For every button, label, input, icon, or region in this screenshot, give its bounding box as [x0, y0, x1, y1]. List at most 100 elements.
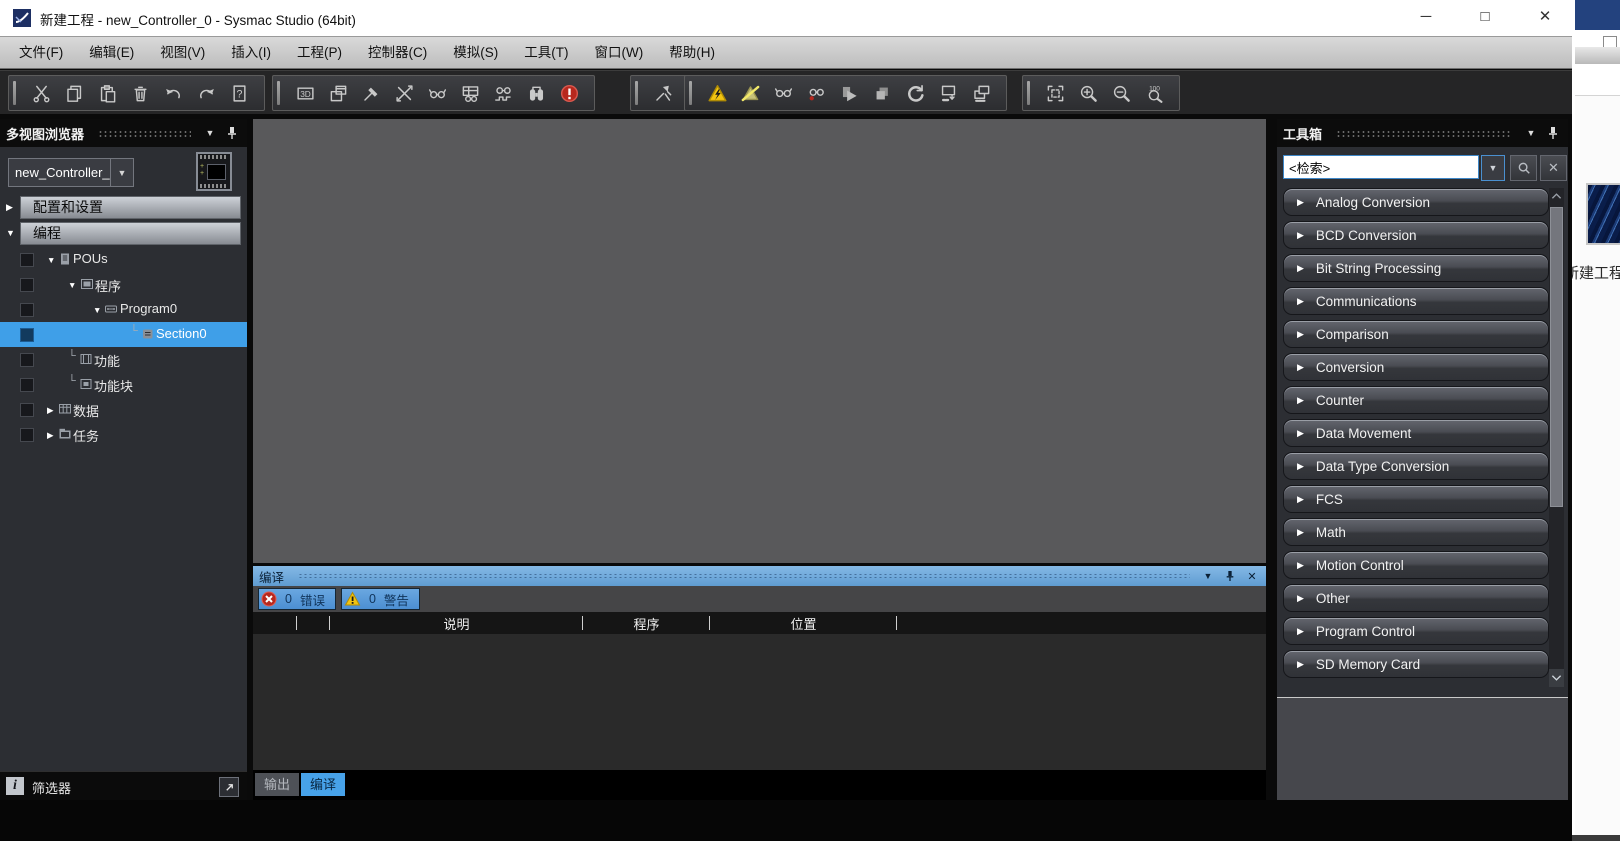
- tree-checkbox[interactable]: [20, 378, 34, 392]
- group-grip[interactable]: [277, 81, 280, 105]
- tree-checkbox[interactable]: [20, 428, 34, 442]
- run-icon[interactable]: [840, 83, 860, 103]
- toolbox-category-comparison[interactable]: ▶Comparison: [1283, 320, 1549, 348]
- toolbox-category-program-control[interactable]: ▶Program Control: [1283, 617, 1549, 645]
- controller-selector[interactable]: new_Controller_0 ▼: [8, 158, 134, 187]
- menu-item-6[interactable]: 控制器(C): [355, 38, 440, 68]
- column-program[interactable]: 程序: [583, 612, 710, 634]
- check-program-icon[interactable]: [428, 83, 448, 103]
- chevron-down-icon[interactable]: ▼: [93, 305, 101, 315]
- group-grip[interactable]: [635, 81, 638, 105]
- panel-menu-icon[interactable]: ▼: [1200, 569, 1216, 583]
- toolbox-category-analog-conversion[interactable]: ▶Analog Conversion: [1283, 188, 1549, 216]
- build-panel-titlebar[interactable]: 编译 ▼ ✕: [253, 566, 1266, 586]
- editor-canvas[interactable]: [253, 119, 1266, 563]
- transfer-to-controller-icon[interactable]: [939, 83, 959, 103]
- filter-popout-icon[interactable]: [219, 777, 239, 797]
- toolbox-category-conversion[interactable]: ▶Conversion: [1283, 353, 1549, 381]
- build-icon[interactable]: [362, 83, 382, 103]
- pin-icon[interactable]: [223, 125, 241, 141]
- error-count-button[interactable]: 0 错误: [258, 588, 336, 610]
- toolbox-category-fcs[interactable]: ▶FCS: [1283, 485, 1549, 513]
- warning-on-icon[interactable]: [708, 83, 728, 103]
- maximize-button[interactable]: □: [1462, 0, 1508, 32]
- undo-icon[interactable]: [164, 83, 184, 103]
- paste-icon[interactable]: [98, 83, 118, 103]
- warning-count-button[interactable]: 0 警告: [341, 588, 420, 610]
- zoom-in-icon[interactable]: [1079, 83, 1099, 103]
- transfer-from-controller-icon[interactable]: [972, 83, 992, 103]
- copy-sim-icon[interactable]: [873, 83, 893, 103]
- panel-menu-icon[interactable]: ▼: [201, 125, 219, 141]
- io-map-icon[interactable]: [494, 83, 514, 103]
- chevron-down-icon[interactable]: ▼: [6, 228, 15, 238]
- chevron-right-icon[interactable]: ▶: [47, 430, 54, 441]
- fit-zoom-icon[interactable]: [1046, 83, 1066, 103]
- search-dropdown-icon[interactable]: ▼: [1481, 155, 1505, 181]
- tree-item-任务[interactable]: ▶任务: [0, 422, 247, 447]
- scrollbar-thumb[interactable]: [1550, 207, 1563, 507]
- section-label[interactable]: 配置和设置: [20, 196, 241, 219]
- window-layout-icon[interactable]: [329, 83, 349, 103]
- toolbox-category-sd-memory-card[interactable]: ▶SD Memory Card: [1283, 650, 1549, 678]
- delete-icon[interactable]: [131, 83, 151, 103]
- panel-menu-icon[interactable]: ▼: [1522, 125, 1540, 141]
- synchronize-icon[interactable]: [906, 83, 926, 103]
- close-icon[interactable]: ✕: [1244, 569, 1260, 583]
- tree-item-程序[interactable]: ▼程序: [0, 272, 247, 297]
- menu-item-5[interactable]: 工程(P): [284, 38, 355, 68]
- menu-item-3[interactable]: 视图(V): [147, 38, 218, 68]
- rebuild-icon[interactable]: [395, 83, 415, 103]
- clear-search-icon[interactable]: ✕: [1540, 155, 1567, 181]
- chevron-down-icon[interactable]: ▼: [110, 159, 133, 186]
- minimize-button[interactable]: ─: [1403, 0, 1449, 32]
- pin-icon[interactable]: [1544, 125, 1562, 141]
- column-location[interactable]: 位置: [710, 612, 897, 634]
- scroll-down-icon[interactable]: [1549, 669, 1564, 687]
- cut-icon[interactable]: [32, 83, 52, 103]
- scroll-up-icon[interactable]: [1549, 188, 1564, 203]
- toolbox-search-input[interactable]: [1283, 155, 1479, 179]
- chevron-right-icon[interactable]: ▶: [47, 405, 54, 416]
- tree-item-功能块[interactable]: └功能块: [0, 372, 247, 397]
- pin-icon[interactable]: [1222, 569, 1238, 583]
- tree-item-数据[interactable]: ▶数据: [0, 397, 247, 422]
- toolbox-category-bit-string-processing[interactable]: ▶Bit String Processing: [1283, 254, 1549, 282]
- tree-item-功能[interactable]: └功能: [0, 347, 247, 372]
- menu-item-9[interactable]: 窗口(W): [582, 38, 657, 68]
- chevron-right-icon[interactable]: ▶: [6, 202, 13, 213]
- 3d-view-icon[interactable]: 3D: [296, 83, 316, 103]
- menu-item-1[interactable]: 文件(F): [6, 38, 76, 68]
- build-results-list[interactable]: [253, 634, 1266, 770]
- tree-checkbox[interactable]: [20, 253, 34, 267]
- tree-checkbox[interactable]: [20, 278, 34, 292]
- column-description[interactable]: 说明: [330, 612, 583, 634]
- close-button[interactable]: ✕: [1522, 0, 1568, 32]
- monitor-icon[interactable]: [774, 83, 794, 103]
- search-icon[interactable]: [527, 83, 547, 103]
- menu-item-8[interactable]: 工具(T): [511, 38, 581, 68]
- tree-checkbox[interactable]: [20, 403, 34, 417]
- menu-item-7[interactable]: 模拟(S): [440, 38, 511, 68]
- check-all-programs-icon[interactable]: [461, 83, 481, 103]
- copy-icon[interactable]: [65, 83, 85, 103]
- toolbox-category-bcd-conversion[interactable]: ▶BCD Conversion: [1283, 221, 1549, 249]
- abort-icon[interactable]: [560, 83, 580, 103]
- zoom-100-icon[interactable]: 100: [1145, 83, 1165, 103]
- zoom-out-icon[interactable]: [1112, 83, 1132, 103]
- help-icon[interactable]: ?: [230, 83, 250, 103]
- group-grip[interactable]: [1027, 81, 1030, 105]
- tree-checkbox[interactable]: [20, 303, 34, 317]
- tab-build[interactable]: 编译: [301, 773, 345, 796]
- menu-item-4[interactable]: 插入(I): [218, 38, 284, 68]
- tree-checkbox[interactable]: [20, 353, 34, 367]
- toolbox-category-data-movement[interactable]: ▶Data Movement: [1283, 419, 1549, 447]
- warning-off-icon[interactable]: [741, 83, 761, 103]
- section-config-settings[interactable]: ▶ 配置和设置: [0, 195, 247, 220]
- menu-item-2[interactable]: 编辑(E): [76, 38, 147, 68]
- toolbox-category-communications[interactable]: ▶Communications: [1283, 287, 1549, 315]
- chevron-down-icon[interactable]: ▼: [68, 280, 76, 290]
- menu-item-10[interactable]: 帮助(H): [656, 38, 728, 68]
- tree-item-pous[interactable]: ▼POUs: [0, 247, 247, 272]
- search-icon[interactable]: [1510, 155, 1537, 181]
